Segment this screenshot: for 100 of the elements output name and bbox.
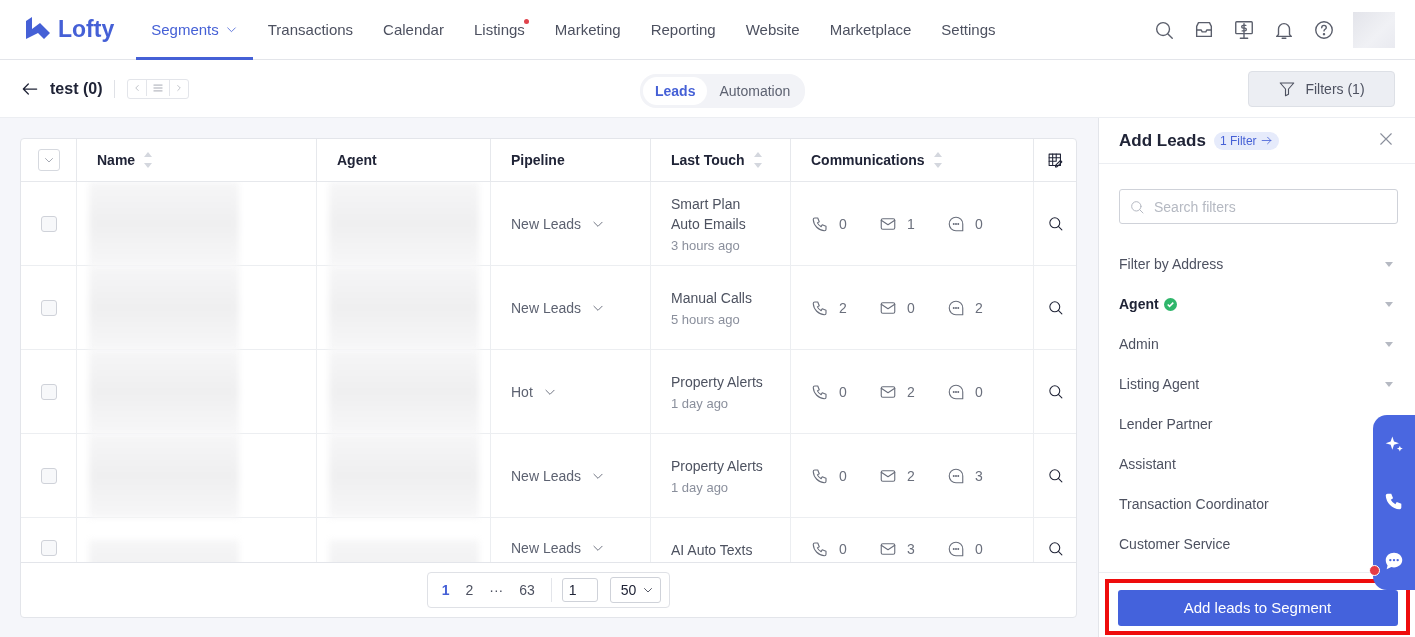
nav-tab[interactable]: Calendar — [368, 0, 459, 60]
phone-icon — [811, 466, 829, 485]
filter-item[interactable]: Agent — [1099, 284, 1415, 324]
email-count: 3 — [907, 541, 915, 557]
pipeline-dropdown[interactable]: New Leads — [511, 467, 606, 484]
search-icon — [1129, 199, 1145, 215]
phone-icon — [811, 214, 829, 233]
search-icon[interactable] — [1046, 467, 1064, 484]
nav-tab[interactable]: Listings — [458, 0, 540, 60]
table-settings-icon[interactable] — [1046, 151, 1064, 169]
call-count: 0 — [839, 215, 847, 232]
call-count: 0 — [839, 467, 847, 484]
nav-tab[interactable]: Reporting — [635, 0, 731, 60]
last-touch-text: AI Auto Texts — [671, 541, 754, 560]
dollar-monitor-icon[interactable] — [1233, 18, 1255, 41]
filter-item[interactable]: Assistant — [1099, 444, 1369, 484]
last-touch-time: 3 hours ago — [671, 238, 741, 253]
last-touch-text: Property Alerts — [671, 457, 764, 476]
nav-tab[interactable]: Website — [730, 0, 815, 60]
text-count: 0 — [975, 215, 983, 232]
row-checkbox[interactable] — [40, 215, 57, 232]
last-touch-time: 1 day ago — [671, 396, 730, 411]
nav-tab[interactable]: Settings — [926, 0, 1011, 60]
funnel-icon — [1278, 79, 1297, 98]
call-count: 0 — [839, 541, 847, 557]
mail-icon — [879, 540, 897, 558]
search-icon[interactable] — [1046, 540, 1064, 557]
row-checkbox[interactable] — [40, 299, 57, 316]
text-count: 3 — [975, 467, 983, 484]
view-tab[interactable]: Automation — [707, 77, 803, 105]
text-count: 2 — [975, 299, 983, 316]
page-size-select[interactable]: 50 — [609, 577, 662, 603]
last-touch-text: Property Alerts — [671, 373, 764, 392]
chat-icon — [947, 466, 965, 485]
sort-icon[interactable] — [932, 151, 943, 169]
filter-item[interactable]: Listing Agent — [1099, 364, 1415, 404]
pipeline-dropdown[interactable]: New Leads — [511, 540, 606, 556]
caret-icon[interactable] — [1385, 261, 1393, 267]
search-icon[interactable] — [1046, 383, 1064, 400]
sort-icon[interactable] — [143, 151, 154, 169]
row-checkbox[interactable] — [40, 383, 57, 400]
sort-icon[interactable] — [752, 151, 763, 169]
email-count: 1 — [907, 215, 915, 232]
notification-dot — [1369, 565, 1380, 576]
select-all-checkbox[interactable] — [37, 149, 60, 171]
segment-title: test (0) — [50, 79, 103, 98]
column-header[interactable]: Communications — [791, 139, 1034, 182]
filter-item[interactable]: Transaction Coordinator — [1099, 484, 1369, 524]
page-jump-field[interactable]: 1 — [561, 578, 598, 602]
phone-icon — [811, 540, 829, 558]
email-count: 2 — [907, 383, 915, 400]
filter-item[interactable]: Admin — [1099, 324, 1415, 364]
page-link[interactable]: ··· — [483, 582, 510, 598]
search-field[interactable]: Search filters — [1119, 189, 1398, 224]
panel-title: Add Leads — [1119, 130, 1206, 151]
filter-badge[interactable]: 1 Filter — [1213, 131, 1279, 150]
add-leads-button[interactable]: Add leads to Segment — [1117, 589, 1398, 626]
email-count: 0 — [907, 299, 915, 316]
page-link[interactable]: 1 — [435, 582, 456, 598]
phone-icon — [811, 382, 829, 401]
last-touch-time: 1 day ago — [671, 480, 730, 495]
chat-icon — [947, 214, 965, 233]
page-link[interactable]: 63 — [513, 582, 541, 598]
pipeline-dropdown[interactable]: New Leads — [511, 299, 606, 316]
filter-item[interactable]: Lender Partner — [1099, 404, 1369, 444]
call-count: 2 — [839, 299, 847, 316]
last-touch-text: Manual Calls — [671, 289, 753, 308]
logo-text: Lofty — [58, 16, 115, 43]
chat-icon — [947, 540, 965, 558]
help-icon[interactable] — [1313, 18, 1335, 41]
chat-icon — [947, 298, 965, 317]
text-count: 0 — [975, 383, 983, 400]
filters-button[interactable]: Filters (1) — [1248, 70, 1395, 107]
row-checkbox[interactable] — [40, 467, 57, 484]
pipeline-dropdown[interactable]: Hot — [511, 383, 557, 400]
phone-icon — [811, 298, 829, 317]
last-touch-time: 5 hours ago — [671, 312, 741, 327]
column-header[interactable]: Last Touch — [651, 139, 791, 182]
avatar[interactable] — [1353, 11, 1395, 48]
pipeline-dropdown[interactable]: New Leads — [511, 215, 606, 232]
page-link[interactable]: 2 — [459, 582, 480, 598]
last-touch-text: Smart Plan Auto Emails — [671, 195, 747, 234]
filter-item[interactable]: Customer Service — [1099, 524, 1369, 564]
search-icon[interactable] — [1046, 215, 1064, 232]
call-count: 0 — [839, 383, 847, 400]
caret-icon[interactable] — [1385, 301, 1393, 307]
nav-tab[interactable]: Marketplace — [814, 0, 927, 60]
chat-icon — [947, 382, 965, 401]
caret-icon[interactable] — [1385, 381, 1393, 387]
check-circle-icon — [1163, 297, 1177, 311]
column-header[interactable]: Pipeline — [491, 139, 651, 182]
row-checkbox[interactable] — [40, 540, 57, 556]
nav-tab[interactable]: Marketing — [539, 0, 636, 60]
filter-item[interactable]: Filter by Address — [1099, 244, 1415, 284]
text-count: 0 — [975, 541, 983, 557]
view-tab[interactable]: Leads — [643, 77, 708, 105]
nav-tab[interactable]: Transactions — [252, 0, 369, 60]
email-count: 2 — [907, 467, 915, 484]
caret-icon[interactable] — [1385, 341, 1393, 347]
search-icon[interactable] — [1046, 299, 1064, 316]
